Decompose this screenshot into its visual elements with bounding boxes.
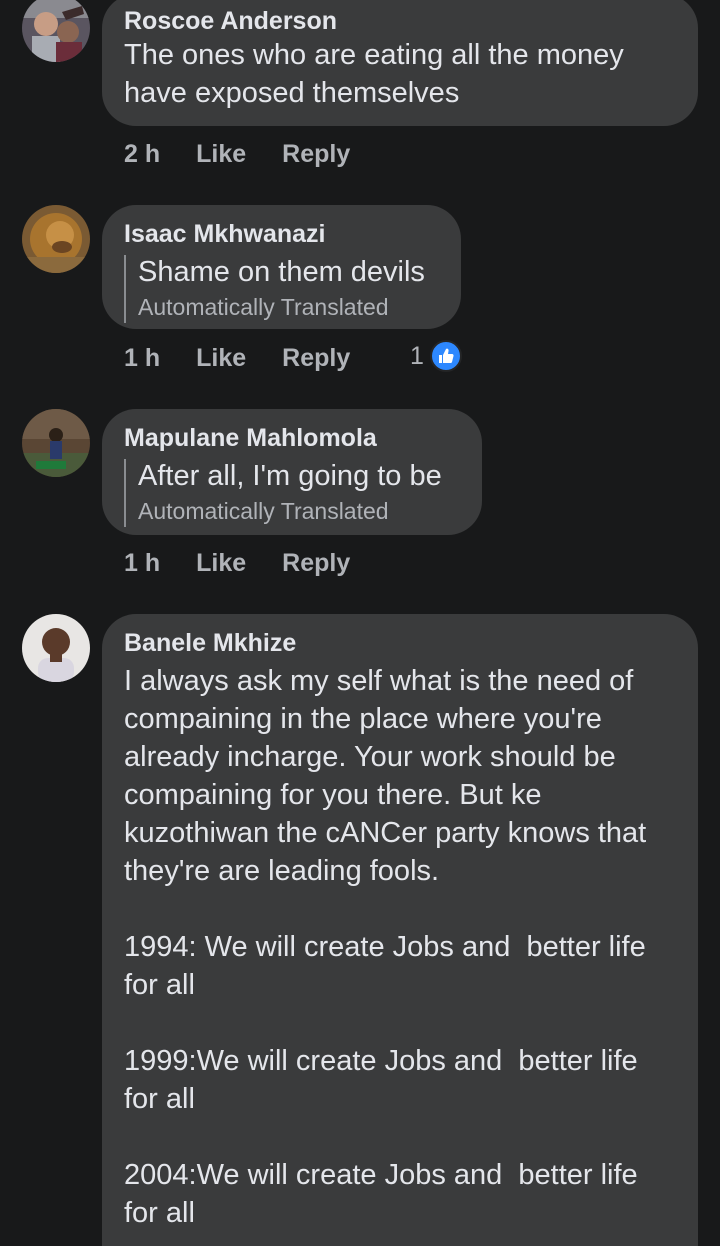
comment-feed: Roscoe Anderson The ones who are eating … (0, 0, 720, 1246)
reaction-summary[interactable]: 1 (410, 340, 462, 372)
author-name[interactable]: Isaac Mkhwanazi (124, 219, 439, 249)
avatar-photo (22, 0, 90, 62)
avatar[interactable] (22, 409, 90, 477)
avatar-photo (22, 205, 90, 273)
comment-bubble: Mapulane Mahlomola After all, I'm going … (102, 409, 482, 535)
author-name[interactable]: Roscoe Anderson (124, 6, 676, 36)
comment-text: The ones who are eating all the money ha… (124, 39, 624, 109)
reply-button[interactable]: Reply (282, 140, 350, 169)
reaction-count: 1 (410, 341, 424, 370)
comment-timestamp[interactable]: 2 h (124, 140, 160, 169)
comment-actions: 1 h Like Reply (124, 543, 350, 583)
reply-button[interactable]: Reply (282, 344, 350, 373)
comment-bubble: Isaac Mkhwanazi Shame on them devils Aut… (102, 205, 461, 329)
comment-timestamp[interactable]: 1 h (124, 549, 160, 578)
avatar[interactable] (22, 614, 90, 682)
comment-text: After all, I'm going to be (138, 460, 442, 492)
translated-block: Shame on them devils Automatically Trans… (124, 255, 439, 323)
reply-button[interactable]: Reply (282, 549, 350, 578)
comment-bubble: Roscoe Anderson The ones who are eating … (102, 0, 698, 126)
avatar[interactable] (22, 0, 90, 62)
comment-timestamp[interactable]: 1 h (124, 344, 160, 373)
translation-note[interactable]: Automatically Translated (138, 495, 460, 527)
like-button[interactable]: Like (196, 344, 246, 373)
author-name[interactable]: Mapulane Mahlomola (124, 423, 460, 453)
comment-actions: 2 h Like Reply (124, 134, 350, 174)
comment-actions: 1 h Like Reply (124, 338, 350, 378)
comment-bubble: Banele Mkhize I always ask my self what … (102, 614, 698, 1246)
comment-text: I always ask my self what is the need of… (124, 665, 647, 1229)
avatar-photo (22, 409, 90, 477)
author-name[interactable]: Banele Mkhize (124, 628, 676, 658)
thumbs-up-icon (429, 340, 462, 372)
translated-block: After all, I'm going to be Automatically… (124, 459, 460, 527)
translation-note[interactable]: Automatically Translated (138, 291, 439, 323)
avatar[interactable] (22, 205, 90, 273)
like-button[interactable]: Like (196, 140, 246, 169)
avatar-photo (22, 614, 90, 682)
like-button[interactable]: Like (196, 549, 246, 578)
comment-text: Shame on them devils (138, 256, 425, 288)
